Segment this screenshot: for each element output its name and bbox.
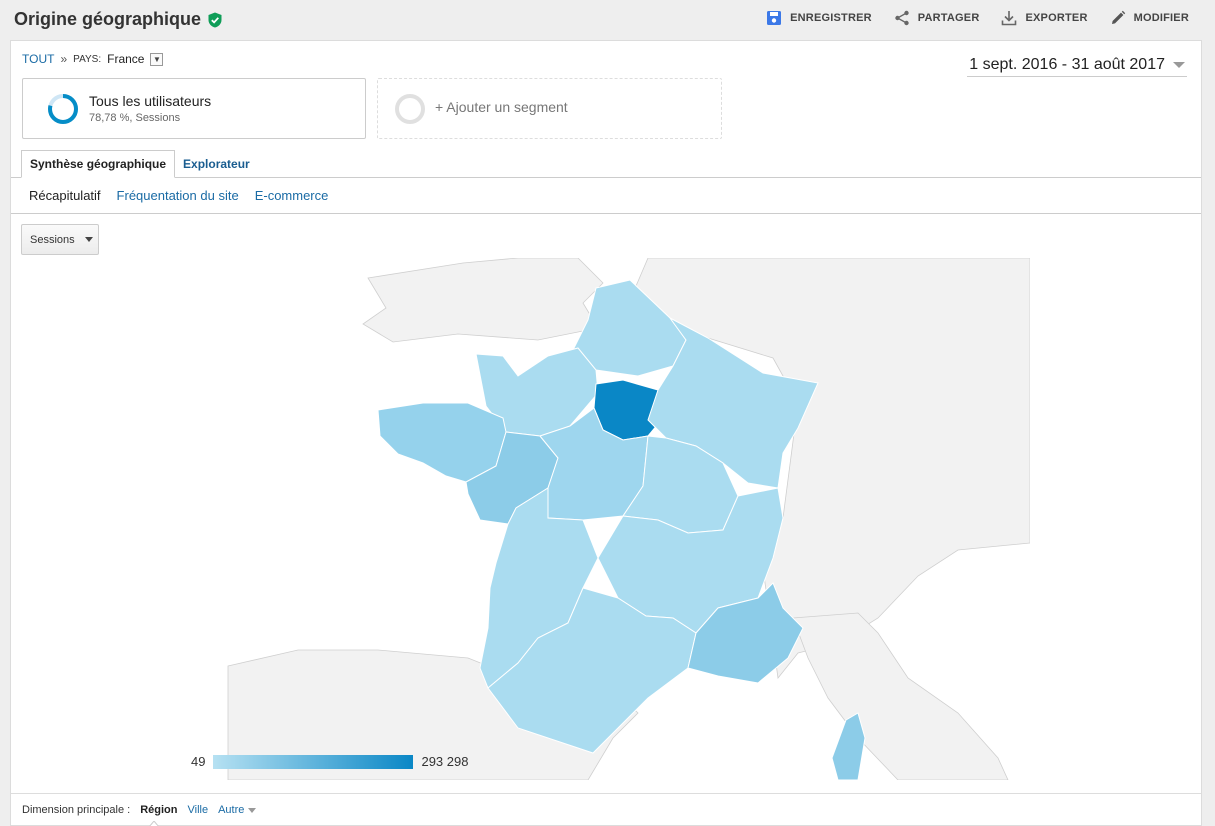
segment-donut-icon: [48, 94, 78, 124]
share-label: PARTAGER: [917, 12, 980, 24]
region-map[interactable]: [218, 258, 1030, 780]
save-label: ENREGISTRER: [790, 12, 872, 24]
dimension-other-label: Autre: [218, 804, 245, 816]
subnav-divider: [11, 213, 1201, 214]
map-legend: 49 293 298: [191, 754, 468, 769]
page-title: Origine géographique: [14, 9, 223, 30]
pencil-icon: [1111, 10, 1125, 24]
breadcrumb-separator: »: [60, 52, 68, 66]
metric-select[interactable]: Sessions: [21, 224, 99, 255]
metric-select-value: Sessions: [30, 233, 75, 246]
add-segment-label: + Ajouter un segment: [435, 99, 568, 115]
breadcrumb: TOUT » PAYS: France ▼: [22, 52, 164, 66]
report-card: TOUT » PAYS: France ▼ 1 sept. 2016 - 31 …: [10, 40, 1202, 826]
tab-geo-summary[interactable]: Synthèse géographique: [21, 150, 176, 178]
save-button[interactable]: ENREGISTRER: [766, 10, 872, 26]
edit-label: MODIFIER: [1133, 12, 1189, 24]
page-header: Origine géographique ENREGISTRER PARTAGE…: [0, 0, 1215, 40]
chevron-down-icon: [1173, 61, 1185, 68]
breadcrumb-root-link[interactable]: TOUT: [22, 52, 54, 66]
segment-all-users[interactable]: Tous les utilisateurs 78,78 %, Sessions: [22, 78, 366, 139]
legend-max: 293 298: [421, 754, 469, 769]
segment-subtitle: 78,78 %, Sessions: [89, 112, 181, 124]
date-range-picker[interactable]: 1 sept. 2016 - 31 août 2017: [967, 53, 1187, 77]
add-segment-button[interactable]: + Ajouter un segment: [377, 78, 722, 139]
edit-button[interactable]: MODIFIER: [1110, 10, 1189, 26]
save-icon: [767, 11, 782, 25]
chevron-down-icon: [248, 807, 257, 813]
subnav-site-usage[interactable]: Fréquentation du site: [117, 188, 239, 203]
breadcrumb-dimension-label: PAYS:: [73, 53, 102, 65]
report-tabs: Synthèse géographique Explorateur: [21, 150, 258, 178]
subnav: Récapitulatif Fréquentation du site E-co…: [29, 188, 328, 203]
primary-dimension: Dimension principale : Région Ville Autr…: [22, 804, 257, 816]
dimension-city-link[interactable]: Ville: [188, 804, 209, 816]
legend-gradient: [213, 754, 414, 769]
dimension-region[interactable]: Région: [140, 804, 177, 816]
share-icon: [895, 10, 909, 26]
tab-explorer[interactable]: Explorateur: [175, 150, 258, 178]
subnav-ecommerce[interactable]: E-commerce: [255, 188, 329, 203]
breadcrumb-value: France: [107, 52, 145, 66]
empty-donut-icon: [395, 94, 425, 124]
share-button[interactable]: PARTAGER: [894, 10, 980, 26]
verified-shield-icon: [208, 12, 222, 27]
active-dimension-pointer-icon: [149, 821, 159, 826]
export-label: EXPORTER: [1025, 12, 1088, 24]
date-range-text: 1 sept. 2016 - 31 août 2017: [969, 55, 1165, 73]
dimension-label: Dimension principale :: [22, 804, 131, 816]
dimension-other-link[interactable]: Autre: [218, 804, 257, 816]
download-icon: [1002, 11, 1017, 26]
bottom-divider: [11, 793, 1201, 794]
segment-title: Tous les utilisateurs: [89, 93, 212, 109]
tabs-divider: [11, 177, 1201, 178]
export-button[interactable]: EXPORTER: [1001, 10, 1087, 26]
breadcrumb-dropdown-icon[interactable]: ▼: [150, 52, 164, 66]
page-title-text: Origine géographique: [14, 9, 202, 29]
dropdown-caret-icon: [84, 237, 93, 242]
header-actions: ENREGISTRER PARTAGER EXPORTER MODIFIER: [766, 10, 1189, 26]
legend-min: 49: [191, 754, 206, 769]
subnav-summary[interactable]: Récapitulatif: [29, 188, 101, 203]
